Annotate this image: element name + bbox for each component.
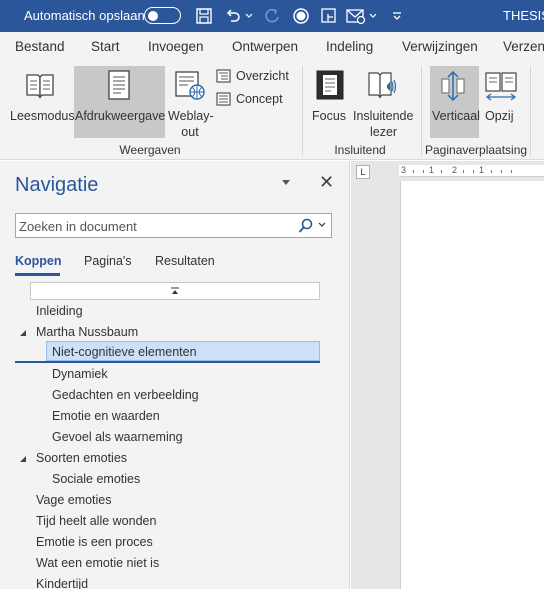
- ruler-label: 2: [452, 165, 458, 175]
- circle-icon[interactable]: [290, 5, 312, 27]
- navigation-pane: Navigatie ✕ Zoeken in document Koppen Pa…: [0, 161, 350, 589]
- active-tab-indicator: [15, 273, 60, 276]
- verticaal-label: Verticaal: [432, 109, 480, 123]
- tab-indeling[interactable]: Indeling: [326, 39, 373, 54]
- insluitende-lezer-button[interactable]: Insluitende lezer: [352, 66, 414, 139]
- search-options-icon[interactable]: [318, 222, 326, 228]
- mail-dropdown-icon[interactable]: [367, 5, 379, 27]
- group-separator: [421, 66, 422, 156]
- autosave-label: Automatisch opslaan: [24, 8, 145, 23]
- draft-icon: [216, 92, 231, 106]
- tab-invoegen[interactable]: Invoegen: [148, 39, 204, 54]
- weblay-out-label-1: Weblay-: [168, 109, 214, 123]
- ribbon-tabs: Bestand Start Invoegen Ontwerpen Indelin…: [0, 32, 544, 60]
- navigation-title: Navigatie: [15, 174, 99, 196]
- paginaverplaatsing-group-label: Paginaverplaatsing: [425, 143, 528, 157]
- close-icon[interactable]: ✕: [319, 172, 334, 193]
- heading-item-selected[interactable]: Niet-cognitieve elementen: [46, 341, 320, 361]
- collapse-all-bar[interactable]: [30, 282, 320, 300]
- weblay-out-label-2: out: [181, 125, 199, 139]
- print-layout-icon: [108, 70, 130, 100]
- heading-item[interactable]: Emotie is een proces: [36, 532, 153, 552]
- document-title: THESIS...: [503, 8, 544, 23]
- undo-icon[interactable]: [222, 5, 244, 27]
- redo-icon[interactable]: [262, 5, 284, 27]
- customize-icon[interactable]: [386, 5, 408, 27]
- mail-icon[interactable]: [345, 5, 367, 27]
- ruler-label: 3: [401, 165, 407, 175]
- insluitend-group-label: Insluitend: [334, 143, 386, 157]
- vertical-scroll-icon: [441, 70, 465, 102]
- heading-item[interactable]: Sociale emoties: [52, 469, 140, 489]
- selection-underline: [15, 361, 320, 363]
- insluitende-label-2: lezer: [370, 125, 398, 139]
- heading-item[interactable]: Dynamiek: [52, 364, 108, 384]
- tab-resultaten[interactable]: Resultaten: [155, 254, 215, 268]
- side-to-side-icon: [485, 72, 517, 101]
- ruler-label: 1: [479, 165, 485, 175]
- leesmodus-label: Leesmodus: [10, 109, 75, 123]
- undo-dropdown-icon[interactable]: [243, 5, 255, 27]
- opzij-label: Opzij: [485, 109, 514, 123]
- expanded-triangle-icon[interactable]: [19, 329, 27, 337]
- weblay-out-button[interactable]: Weblay- out: [166, 66, 214, 139]
- focus-button[interactable]: Focus: [309, 66, 351, 136]
- web-layout-icon: [175, 71, 205, 100]
- group-separator: [530, 66, 531, 156]
- tab-verwijzingen[interactable]: Verwijzingen: [402, 39, 478, 54]
- heading-item[interactable]: Vage emoties: [36, 490, 112, 510]
- tab-start[interactable]: Start: [91, 39, 120, 54]
- tab-bestand[interactable]: Bestand: [15, 39, 65, 54]
- horizontal-ruler[interactable]: 3 1 2 1: [399, 165, 544, 177]
- save-icon[interactable]: [193, 5, 215, 27]
- heading-item[interactable]: Martha Nussbaum: [20, 322, 139, 342]
- heading-item[interactable]: Soorten emoties: [20, 448, 128, 468]
- pane-options-icon[interactable]: [281, 179, 291, 186]
- group-separator: [302, 66, 303, 156]
- heading-label: Soorten emoties: [36, 451, 128, 465]
- touch-mode-icon[interactable]: [318, 5, 340, 27]
- overzicht-label: Overzicht: [236, 69, 289, 83]
- heading-item[interactable]: Emotie en waarden: [52, 406, 160, 426]
- heading-item[interactable]: Gedachten en verbeelding: [52, 385, 199, 405]
- search-placeholder: Zoeken in document: [19, 219, 137, 234]
- expanded-triangle-icon[interactable]: [19, 455, 27, 463]
- document-area[interactable]: L 3 1 2 1: [351, 161, 544, 589]
- collapse-up-icon: [171, 287, 179, 294]
- tab-selector[interactable]: L: [356, 165, 370, 179]
- outline-icon: [216, 69, 231, 83]
- tab-verzendlijsten[interactable]: Verzen: [503, 39, 544, 54]
- tab-ontwerpen[interactable]: Ontwerpen: [232, 39, 298, 54]
- insluitende-label-1: Insluitende: [353, 109, 414, 123]
- heading-item[interactable]: Kindertijd: [36, 574, 88, 589]
- afdrukweergave-label: Afdrukweergave: [75, 109, 166, 123]
- heading-item[interactable]: Inleiding: [36, 301, 83, 321]
- leesmodus-button[interactable]: Leesmodus: [8, 66, 75, 136]
- search-input[interactable]: Zoeken in document: [15, 213, 332, 238]
- afdrukweergave-button[interactable]: Afdrukweergave: [74, 66, 165, 138]
- concept-label: Concept: [236, 92, 283, 106]
- weergaven-group-label: Weergaven: [119, 143, 181, 157]
- title-bar: Automatisch opslaan THESIS...: [0, 0, 544, 32]
- autosave-toggle[interactable]: [144, 7, 181, 24]
- heading-item[interactable]: Gevoel als waarneming: [52, 427, 183, 447]
- opzij-button[interactable]: Opzij: [481, 66, 521, 136]
- book-icon: [26, 74, 54, 99]
- tab-koppen[interactable]: Koppen: [15, 254, 62, 268]
- heading-label: Martha Nussbaum: [36, 325, 139, 339]
- search-icon[interactable]: [298, 218, 314, 234]
- tab-paginas[interactable]: Pagina's: [84, 254, 132, 268]
- ribbon: Leesmodus Afdrukweergave Weblay- out Ove…: [0, 60, 544, 160]
- focus-icon: [316, 70, 344, 100]
- document-page[interactable]: [400, 181, 544, 589]
- verticaal-button[interactable]: Verticaal: [430, 66, 480, 138]
- heading-item[interactable]: Wat een emotie niet is: [36, 553, 159, 573]
- heading-item[interactable]: Tijd heelt alle wonden: [36, 511, 156, 531]
- immersive-reader-icon: [368, 72, 397, 99]
- ruler-label: 1: [429, 165, 435, 175]
- focus-label: Focus: [312, 109, 347, 123]
